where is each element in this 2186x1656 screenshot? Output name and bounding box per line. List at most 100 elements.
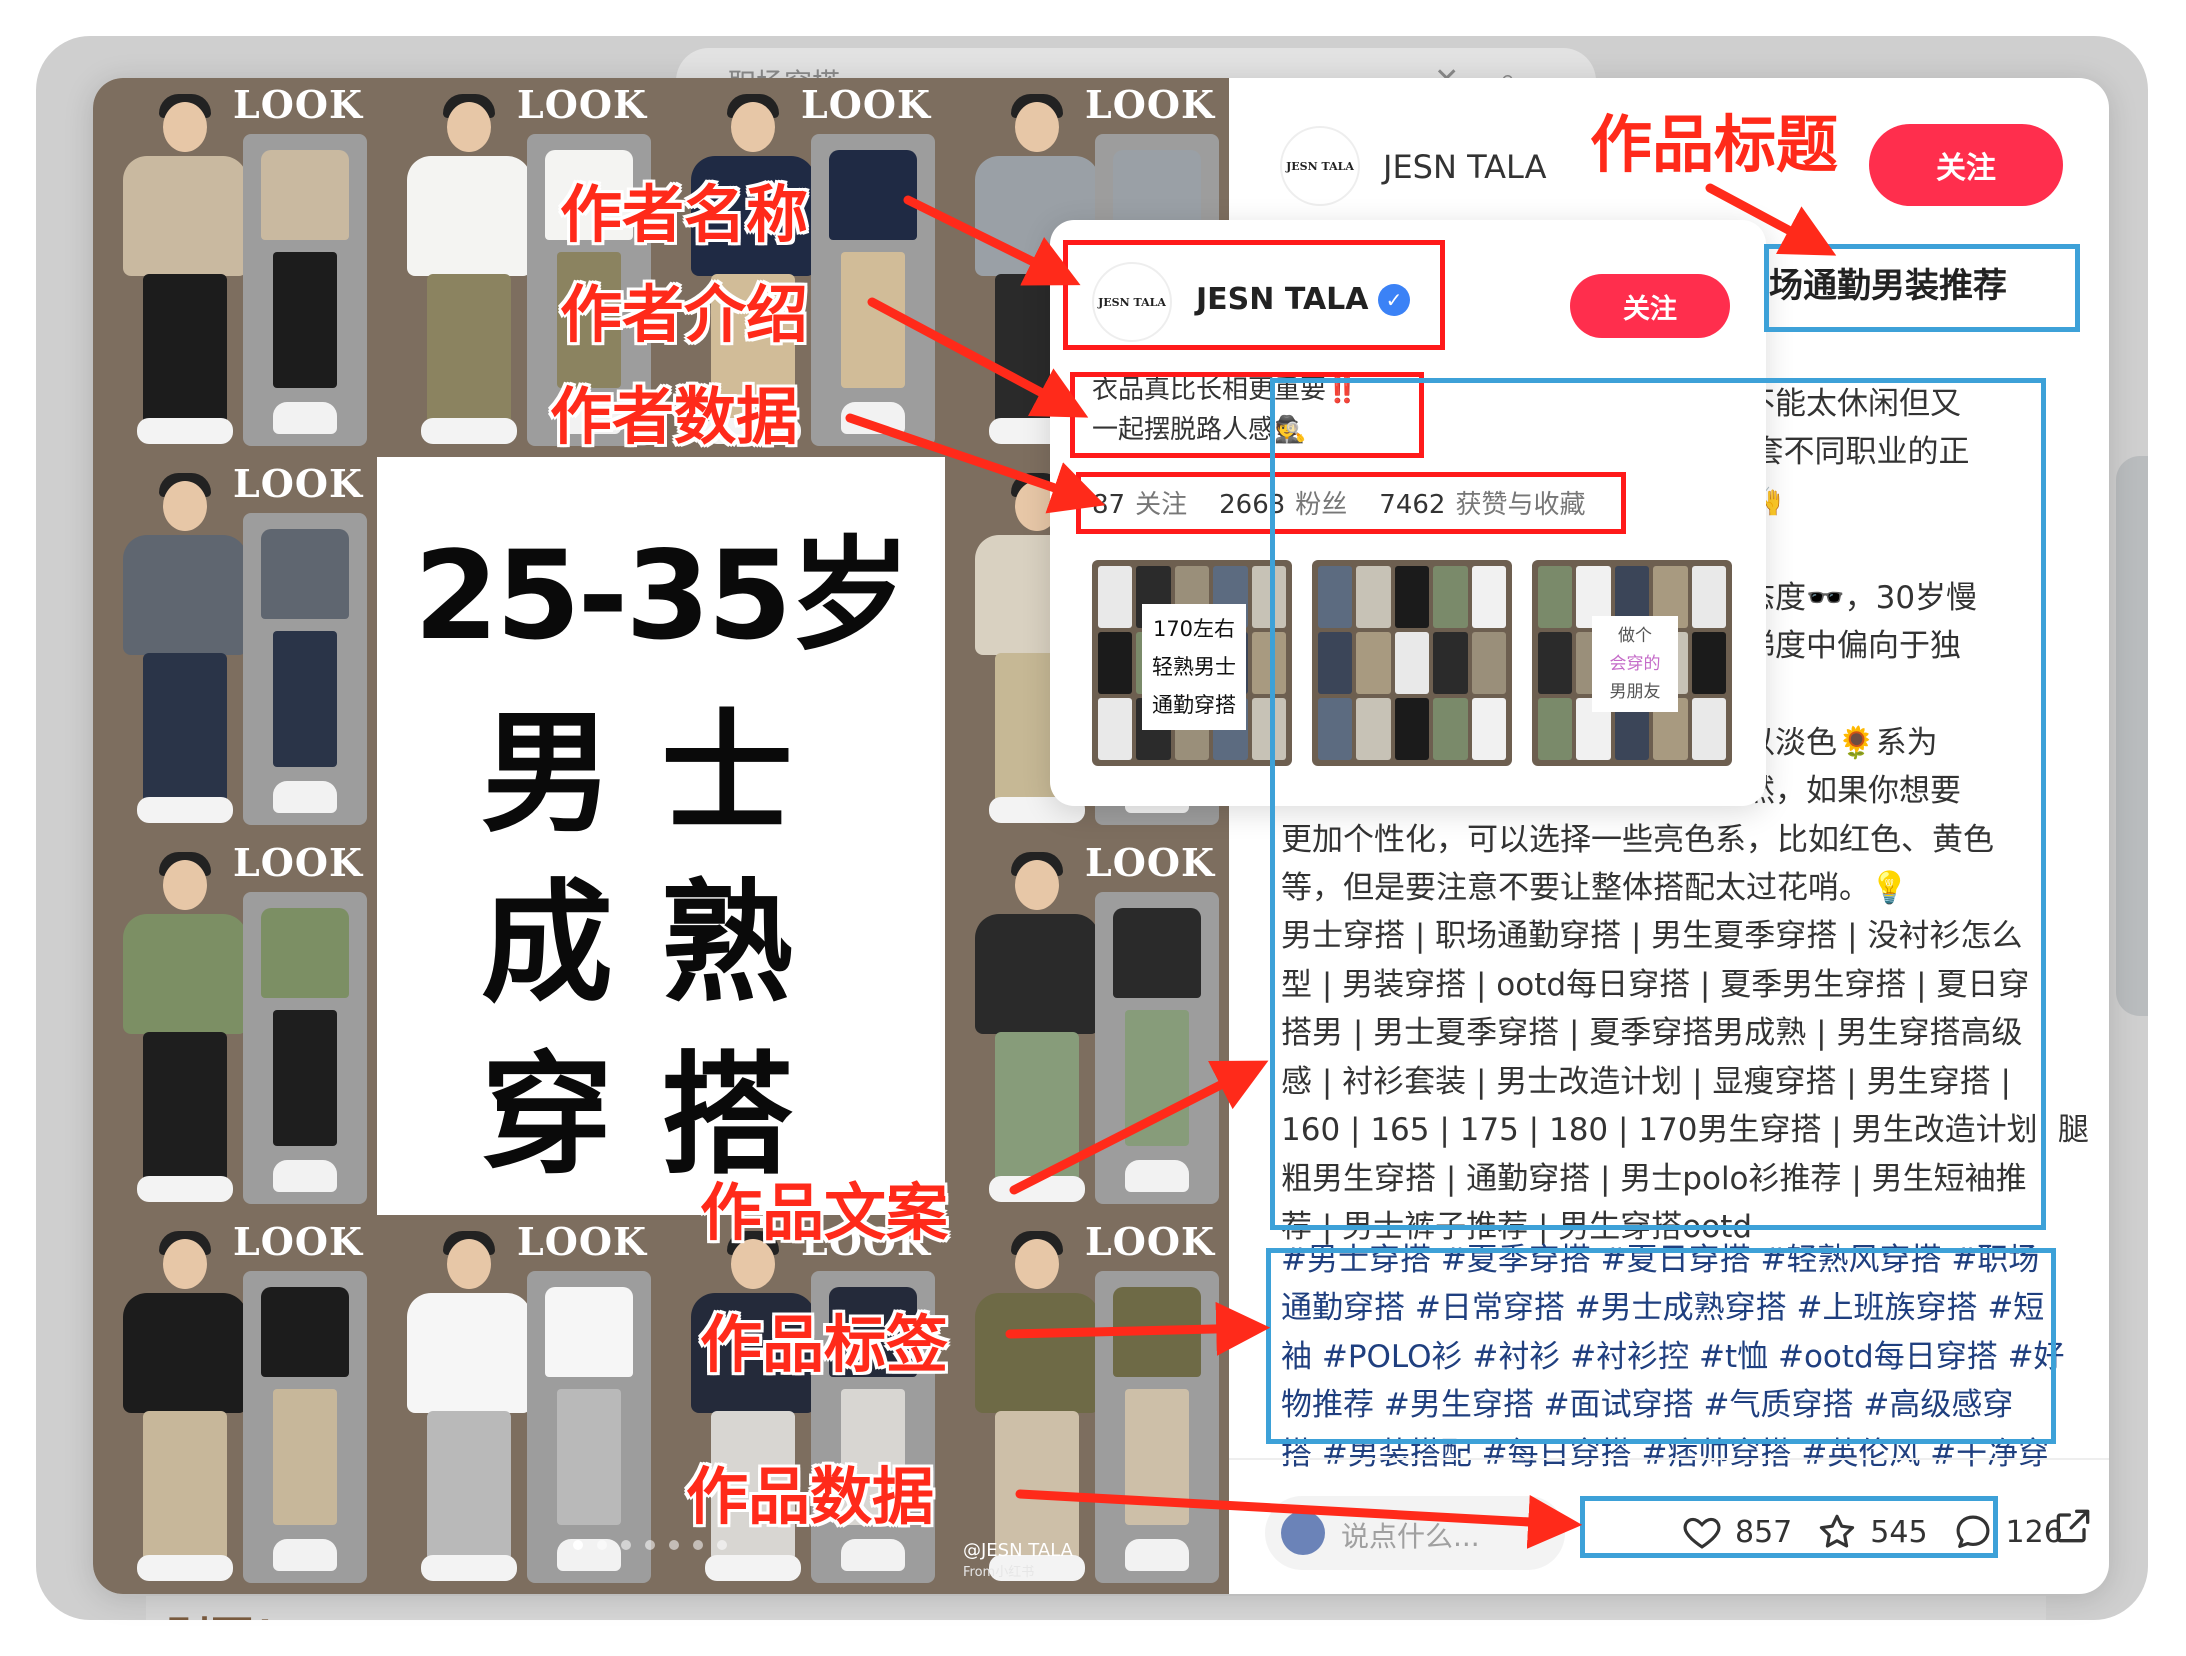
share-icon[interactable] [2051,1504,2095,1548]
model-pants [143,653,227,803]
thumb-label-line: 轻熟男士 [1152,655,1236,679]
look-label: LOOK [801,82,931,127]
thumb-label-line: 通勤穿搭 [1152,693,1236,717]
model-shirt [123,156,247,276]
model-head [163,481,207,531]
product-panel [811,134,935,446]
cover-line-2: 男士 [481,697,841,851]
popup-follow-button[interactable]: 关注 [1570,274,1730,338]
carousel-dot[interactable] [573,1540,583,1550]
carousel-dot[interactable] [621,1540,631,1550]
thumb-tile [1098,632,1133,694]
product-shirt [261,150,349,240]
carousel-dot[interactable] [645,1540,655,1550]
look-label: LOOK [233,1219,363,1264]
recent-note-thumbnail[interactable]: 170左右 轻熟男士 通勤穿搭 [1092,560,1292,766]
look-label: LOOK [233,461,363,506]
look-label: LOOK [517,82,647,127]
product-pants [273,631,337,767]
model-shirt [975,1293,1099,1413]
look-label: LOOK [517,1219,647,1264]
carousel-dot[interactable] [597,1540,607,1550]
model-head [1015,102,1059,152]
model-pants [143,1032,227,1182]
model-head [447,102,491,152]
outfit-cell: LOOK [945,836,1229,1215]
model-head [447,1239,491,1289]
product-shirt [545,1287,633,1377]
product-shoe [273,402,337,434]
model-pants [143,274,227,424]
annotation-label-tags: 作品标签 [700,1308,949,1381]
product-panel [1095,892,1219,1204]
product-shoe [1125,1539,1189,1571]
product-pants [273,1010,337,1146]
carousel-dots[interactable] [573,1540,727,1550]
cover-line-3: 成熟 [481,867,841,1021]
model-pants [143,1411,227,1561]
product-panel [243,134,367,446]
annotation-label-title: 作品标题 [1590,108,1839,181]
carousel-dot[interactable] [693,1540,703,1550]
background-strip [146,1596,2046,1620]
model-shirt [123,914,247,1034]
outfit-cell: LOOK [945,1215,1229,1594]
model-shirt [407,1293,531,1413]
annotation-label-author-intro: 作者介绍 [560,278,809,351]
product-shirt [1113,1287,1201,1377]
annotation-label-author-data: 作者数据 [550,380,799,453]
outfit-cell: LOOK [93,457,377,836]
product-pants [557,1389,621,1525]
watermark-sub: From小红书 [963,1565,1035,1580]
model-head [731,102,775,152]
watermark-text: @JESN TALA [963,1540,1073,1561]
annotation-box-tags [1266,1248,2056,1444]
annotation-box-data [1580,1496,1998,1558]
model-head [163,860,207,910]
carousel-dot[interactable] [669,1540,679,1550]
outfit-cell: LOOK [93,1215,377,1594]
carousel-dot[interactable] [717,1540,727,1550]
author-avatar[interactable]: JESN TALA [1280,126,1360,206]
follow-button[interactable]: 关注 [1869,124,2063,206]
model-pants [995,1411,1079,1561]
product-pants [273,252,337,388]
product-pants [1125,1010,1189,1146]
thumb-tile [1098,698,1133,760]
model-head [163,1239,207,1289]
product-panel [243,1271,367,1583]
product-shirt [1113,908,1201,998]
look-label: LOOK [233,840,363,885]
look-label: LOOK [233,82,363,127]
product-pants [1125,1389,1189,1525]
model-shirt [407,156,531,276]
annotation-label-author-name: 作者名称 [560,178,809,251]
product-shirt [261,1287,349,1377]
comment-placeholder: 说点什么... [1341,1520,1480,1553]
screenshot-stage: 职场穿搭 ✕⌕ 别困！ LOOKLOOKLOOKLOOKLOOKLOOKLOOK… [0,0,2186,1656]
product-shoe [273,1539,337,1571]
user-avatar [1281,1511,1325,1555]
product-shirt [261,529,349,619]
thumb-label-line: 170左右 [1152,617,1236,641]
cover-headline: 25-35岁 [413,525,911,667]
background-bottom-text: 别困！ [166,1602,298,1620]
product-panel [527,1271,651,1583]
cover-watermark: @JESN TALA From小红书 [963,1540,1073,1580]
model-shoes [137,1555,233,1581]
product-shirt [261,908,349,998]
model-pants [427,274,511,424]
model-shoes [137,1176,233,1202]
product-pants [841,252,905,388]
annotation-label-data: 作品数据 [686,1460,935,1533]
look-label: LOOK [1085,1219,1215,1264]
author-name[interactable]: JESN TALA [1383,148,1546,186]
comment-input[interactable]: 说点什么... [1265,1496,1565,1570]
model-shoes [137,418,233,444]
model-pants [995,1032,1079,1182]
model-shoes [421,418,517,444]
model-shirt [123,1293,247,1413]
product-panel [243,513,367,825]
model-head [163,102,207,152]
model-shoes [989,1176,1085,1202]
